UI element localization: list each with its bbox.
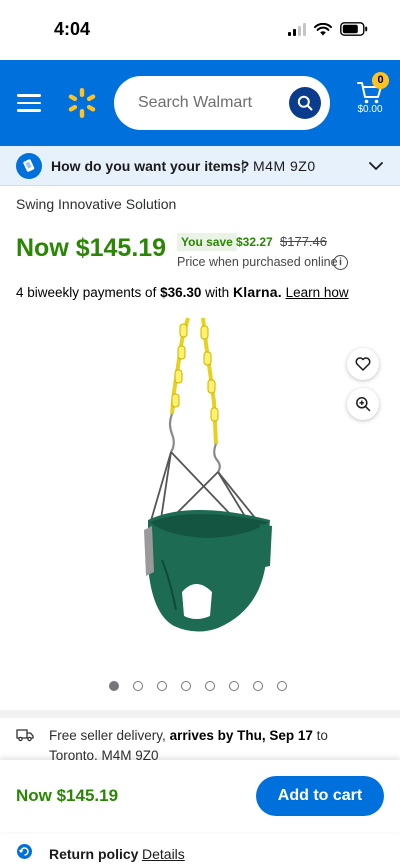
app-header: 0 $0.00 [0, 60, 400, 146]
battery-icon [340, 22, 368, 36]
you-save-amount: $32.27 [236, 235, 273, 249]
search-icon [297, 95, 313, 111]
return-icon [17, 844, 32, 859]
installments-prefix: 4 biweekly payments of [16, 285, 157, 300]
favorite-button[interactable] [347, 348, 379, 380]
image-carousel-dots [109, 681, 287, 691]
was-price: $177.46 [280, 234, 327, 249]
klarna-installments: 4 biweekly payments of $36.30 with Klarn… [16, 284, 349, 300]
carousel-dot[interactable] [253, 681, 263, 691]
heart-icon [355, 357, 371, 371]
delivery-selector[interactable]: How do you want your items? | M4M 9Z0 [0, 146, 400, 186]
delivery-icon [16, 153, 42, 179]
return-policy-details-link[interactable]: Details [142, 846, 185, 862]
truck-icon [16, 729, 34, 742]
seller-name[interactable]: Swing Innovative Solution [16, 196, 176, 212]
status-bar: 4:04 [0, 0, 400, 60]
klarna-logo: Klarna. [232, 284, 282, 300]
cart-total: $0.00 [357, 104, 383, 115]
current-price: Now $145.19 [16, 234, 167, 262]
info-icon[interactable]: i [333, 255, 348, 270]
shipping-prefix: Free seller delivery, [49, 728, 166, 743]
hamburger-icon[interactable] [17, 94, 41, 112]
carousel-dot[interactable] [229, 681, 239, 691]
chevron-down-icon [369, 162, 383, 170]
carousel-dot[interactable] [133, 681, 143, 691]
delivery-separator: | [241, 157, 245, 173]
add-to-cart-button[interactable]: Add to cart [256, 776, 384, 816]
price-note: Price when purchased online [177, 255, 338, 269]
sticky-price: Now $145.19 [16, 786, 119, 805]
status-icons [288, 22, 368, 36]
learn-how-link[interactable]: Learn how [286, 285, 349, 300]
product-page: 4:04 Search Walmart 0 $0.00 How do you w… [0, 0, 400, 867]
cart-button[interactable]: 0 $0.00 [353, 72, 393, 130]
status-time: 4:04 [54, 19, 91, 39]
product-image[interactable] [100, 310, 300, 650]
signal-icon [288, 22, 306, 36]
shipping-arrival: arrives by Thu, Sep 17 [169, 728, 313, 743]
carousel-dot[interactable] [181, 681, 191, 691]
zoom-in-icon [356, 397, 371, 412]
spark-logo-icon[interactable] [66, 87, 98, 119]
return-policy-label: Return policy [49, 846, 139, 862]
delivery-postal-code: M4M 9Z0 [253, 158, 316, 174]
search-button[interactable] [289, 87, 321, 119]
search-input[interactable] [114, 76, 284, 130]
carousel-dot[interactable] [157, 681, 167, 691]
search-bar [114, 76, 330, 130]
carousel-dot[interactable] [205, 681, 215, 691]
cart-count-badge: 0 [372, 72, 389, 89]
wifi-icon [314, 22, 332, 35]
carousel-dot[interactable] [109, 681, 119, 691]
installments-with: with [205, 285, 230, 300]
sticky-cart-bar: Now $145.19 Add to cart [0, 760, 400, 832]
zoom-button[interactable] [347, 388, 379, 420]
section-divider [0, 710, 400, 718]
carousel-dot[interactable] [277, 681, 287, 691]
delivery-question: How do you want your items? [51, 158, 250, 174]
shipping-to: to [316, 728, 328, 743]
you-save-badge: You save [177, 233, 237, 251]
return-policy-row: Return policy Details [0, 836, 400, 867]
installment-amount: $36.30 [160, 285, 202, 300]
